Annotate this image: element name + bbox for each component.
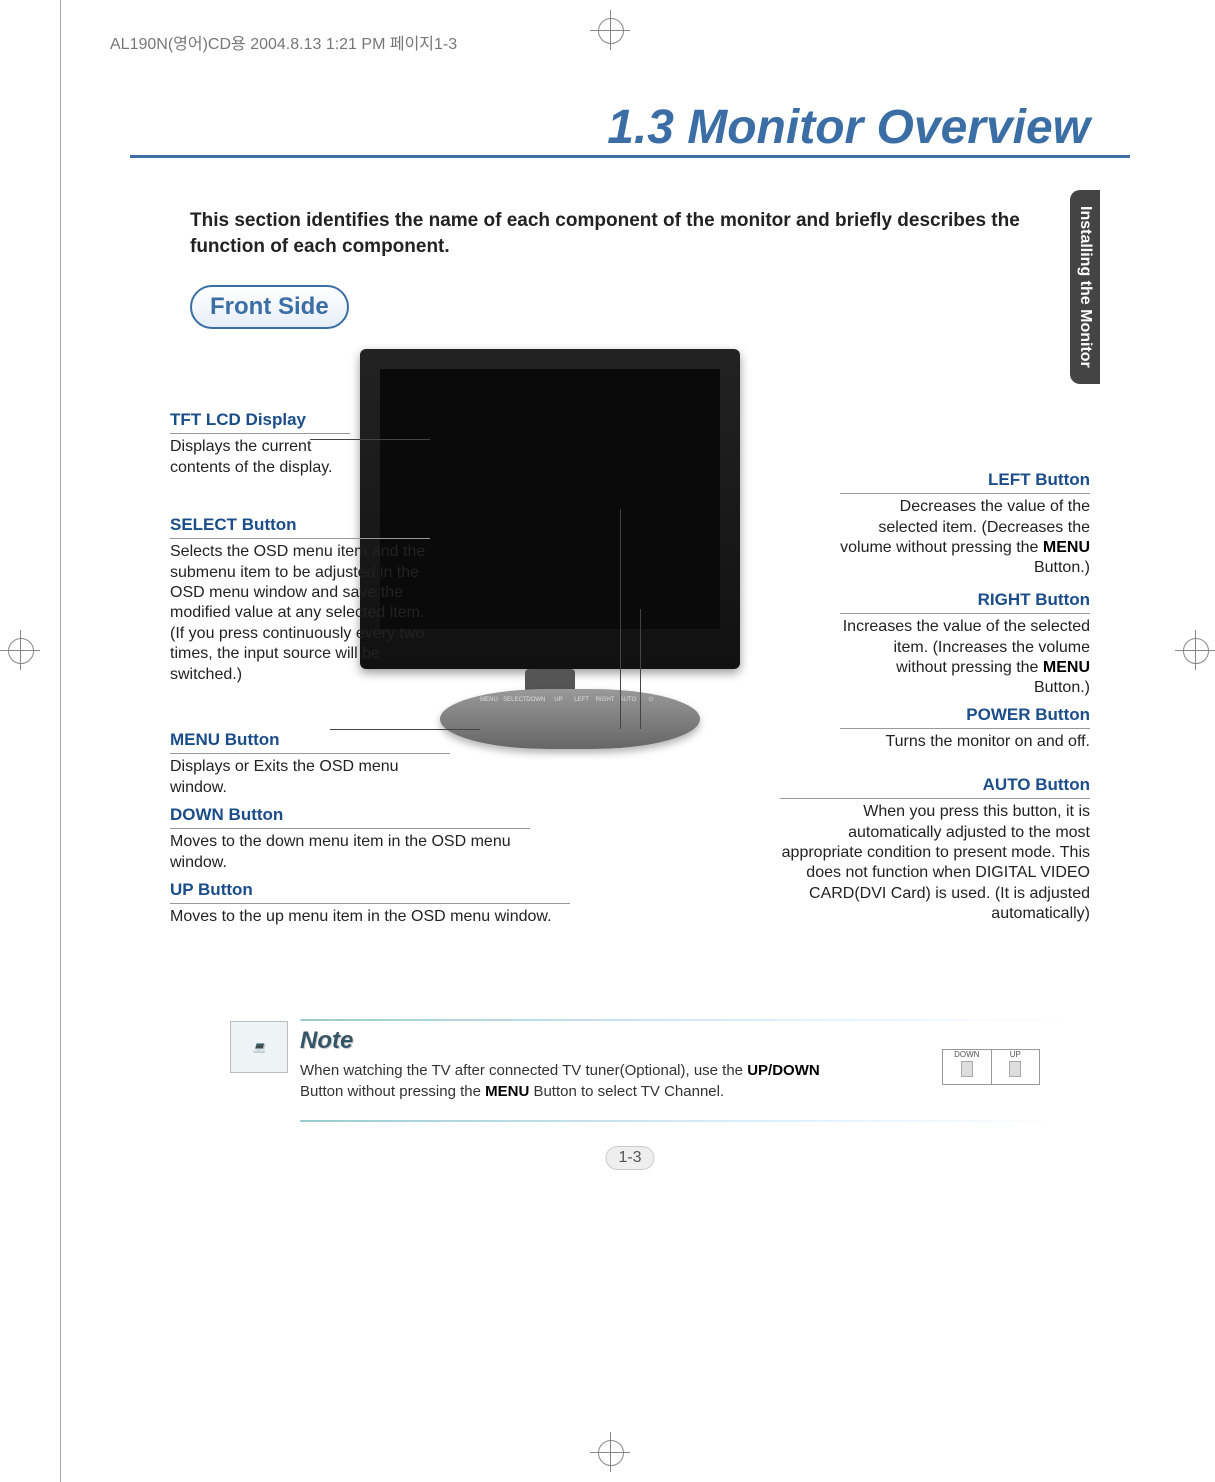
callout-down: DOWN Button Moves to the down menu item …	[170, 804, 530, 873]
callout-heading: POWER Button	[840, 704, 1090, 729]
registration-mark-bottom	[590, 1432, 630, 1472]
callout-auto: AUTO Button When you press this button, …	[780, 774, 1090, 925]
callout-menu: MENU Button Displays or Exits the OSD me…	[170, 729, 450, 798]
callout-heading: AUTO Button	[780, 774, 1090, 799]
callout-right: RIGHT Button Increases the value of the …	[840, 589, 1090, 699]
callout-up: UP Button Moves to the up menu item in t…	[170, 879, 570, 927]
callout-text: Selects the OSD menu item and the submen…	[170, 542, 430, 685]
mini-down: DOWN	[943, 1050, 991, 1084]
callout-text: Decreases the value of the selected item…	[840, 497, 1090, 579]
callout-text: Displays the current contents of the dis…	[170, 437, 350, 478]
registration-mark-top	[590, 10, 630, 50]
content-area: 1.3 Monitor Overview Installing the Moni…	[130, 80, 1130, 1140]
btn-label: SELECT	[503, 697, 521, 704]
callout-heading: RIGHT Button	[840, 589, 1090, 614]
callout-heading: DOWN Button	[170, 804, 530, 829]
front-side-badge: Front Side	[190, 285, 349, 329]
callout-text: When you press this button, it is automa…	[780, 802, 1090, 925]
btn-label: ⏻	[642, 697, 660, 704]
page-title: 1.3 Monitor Overview	[130, 100, 1130, 158]
callout-heading: SELECT Button	[170, 514, 430, 539]
callout-heading: MENU Button	[170, 729, 450, 754]
callout-select: SELECT Button Selects the OSD menu item …	[170, 514, 430, 685]
callout-heading: UP Button	[170, 879, 570, 904]
callout-text: Increases the value of the selected item…	[840, 617, 1090, 699]
callout-text: Turns the monitor on and off.	[840, 732, 1090, 752]
print-header: AL190N(영어)CD용 2004.8.13 1:21 PM 페이지1-3	[110, 30, 457, 54]
button-row: MENU SELECT DOWN UP LEFT RIGHT AUTO ⏻	[480, 697, 660, 704]
monitor-stand-base: MENU SELECT DOWN UP LEFT RIGHT AUTO ⏻	[440, 689, 700, 749]
btn-label: AUTO	[619, 697, 637, 704]
note-rule	[300, 1019, 1070, 1021]
callout-power: POWER Button Turns the monitor on and of…	[840, 704, 1090, 752]
monitor-diagram: MENU SELECT DOWN UP LEFT RIGHT AUTO ⏻ TF…	[170, 349, 1090, 989]
page-number: 1-3	[605, 1146, 654, 1170]
callout-text: Moves to the up menu item in the OSD men…	[170, 907, 570, 927]
btn-label: DOWN	[526, 697, 544, 704]
mini-up: UP	[991, 1050, 1040, 1084]
registration-mark-left	[0, 630, 40, 670]
intro-text: This section identifies the name of each…	[190, 208, 1070, 259]
callout-text: Displays or Exits the OSD menu window.	[170, 757, 450, 798]
monitor-screen	[380, 369, 720, 629]
callout-text: Moves to the down menu item in the OSD m…	[170, 832, 530, 873]
note-body: When watching the TV after connected TV …	[300, 1061, 860, 1102]
callout-heading: TFT LCD Display	[170, 409, 350, 434]
manual-page: AL190N(영어)CD용 2004.8.13 1:21 PM 페이지1-3 1…	[0, 0, 1215, 1482]
leader-line	[620, 509, 621, 729]
left-crop-line	[60, 0, 61, 1482]
callout-heading: LEFT Button	[840, 469, 1090, 494]
callout-tft: TFT LCD Display Displays the current con…	[170, 409, 350, 478]
note-icon: 💻	[230, 1021, 288, 1073]
btn-label: RIGHT	[596, 697, 614, 704]
btn-label: LEFT	[573, 697, 591, 704]
note-block: 💻 Note When watching the TV after connec…	[230, 1019, 1070, 1122]
callout-left: LEFT Button Decreases the value of the s…	[840, 469, 1090, 579]
registration-mark-right	[1175, 630, 1215, 670]
btn-label: MENU	[480, 697, 498, 704]
note-mini-illustration: DOWN UP	[942, 1049, 1040, 1085]
leader-line	[640, 609, 641, 729]
btn-label: UP	[549, 697, 567, 704]
note-rule	[300, 1120, 1070, 1122]
